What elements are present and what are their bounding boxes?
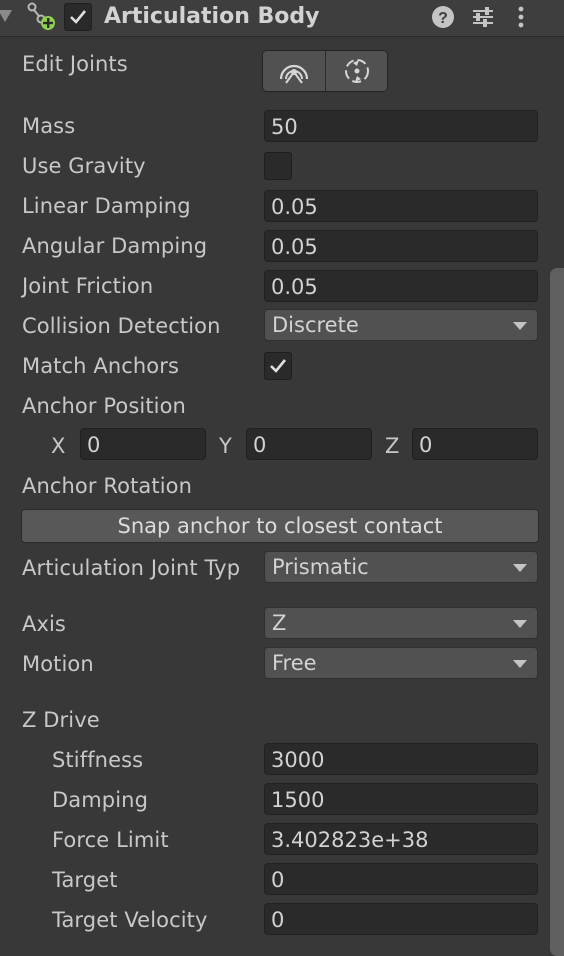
collision-detection-row: Collision Detection Discrete (0, 309, 540, 343)
anchor-x-label[interactable]: X (51, 429, 65, 463)
anchor-z-field[interactable]: 0 (412, 428, 538, 460)
joint-friction-value: 0.05 (271, 275, 318, 299)
collision-detection-dropdown[interactable]: Discrete (264, 309, 538, 341)
angular-damping-row: Angular Damping 0.05 (0, 229, 540, 263)
use-gravity-row: Use Gravity (0, 149, 540, 183)
linear-damping-field[interactable]: 0.05 (264, 190, 538, 222)
snap-anchor-button[interactable]: Snap anchor to closest contact (21, 509, 539, 543)
edit-anchor-icon (279, 64, 309, 84)
snap-anchor-button-label: Snap anchor to closest contact (117, 514, 443, 538)
dropdown-arrow-icon (513, 660, 527, 668)
edit-joints-toolbar (262, 50, 388, 92)
anchor-z-label[interactable]: Z (385, 429, 399, 463)
target-velocity-value: 0 (271, 908, 285, 932)
linear-damping-value: 0.05 (271, 195, 318, 219)
anchor-rotation-row: Anchor Rotation (0, 469, 540, 503)
angular-damping-value: 0.05 (271, 235, 318, 259)
target-field[interactable]: 0 (264, 863, 538, 895)
joint-friction-field[interactable]: 0.05 (264, 270, 538, 302)
force-limit-value: 3.402823e+38 (271, 828, 429, 852)
target-velocity-row: Target Velocity 0 (0, 903, 540, 937)
motion-row: Motion Free (0, 647, 540, 681)
component-title: Articulation Body (104, 4, 320, 29)
z-drive-label: Z Drive (22, 708, 100, 732)
edit-rotation-icon (345, 59, 369, 83)
anchor-x-value: 0 (87, 433, 101, 457)
collision-detection-value: Discrete (272, 313, 359, 337)
mass-value: 50 (271, 115, 298, 139)
damping-label: Damping (52, 788, 148, 812)
force-limit-label: Force Limit (52, 828, 169, 852)
anchor-y-field[interactable]: 0 (246, 428, 372, 460)
mass-field[interactable]: 50 (264, 110, 538, 142)
joint-type-label: Articulation Joint Typ (22, 556, 241, 580)
motion-dropdown[interactable]: Free (264, 647, 538, 679)
joint-type-value: Prismatic (272, 555, 369, 579)
z-drive-row: Z Drive (0, 703, 540, 737)
mass-label: Mass (22, 114, 76, 138)
edit-joints-label: Edit Joints (22, 52, 128, 76)
motion-label: Motion (22, 652, 94, 676)
scrollbar-thumb[interactable] (550, 268, 564, 956)
anchor-z-value: 0 (419, 433, 433, 457)
force-limit-field[interactable]: 3.402823e+38 (264, 823, 538, 855)
stiffness-value: 3000 (271, 748, 325, 772)
anchor-position-row: Anchor Position (0, 389, 540, 423)
dropdown-arrow-icon (513, 620, 527, 628)
axis-value: Z (272, 611, 287, 635)
foldout-arrow-icon[interactable] (0, 10, 12, 22)
joint-type-dropdown[interactable]: Prismatic (264, 551, 538, 583)
linear-damping-label: Linear Damping (22, 194, 191, 218)
use-gravity-label: Use Gravity (22, 154, 146, 178)
target-velocity-field[interactable]: 0 (264, 903, 538, 935)
axis-dropdown[interactable]: Z (264, 607, 538, 639)
match-anchors-row: Match Anchors (0, 349, 540, 383)
axis-row: Axis Z (0, 607, 540, 641)
match-anchors-label: Match Anchors (22, 354, 180, 378)
match-anchors-checkbox[interactable] (264, 352, 292, 380)
anchor-rotation-label: Anchor Rotation (22, 474, 193, 498)
linear-damping-row: Linear Damping 0.05 (0, 189, 540, 223)
mass-row: Mass 50 (0, 109, 540, 143)
stiffness-label: Stiffness (52, 748, 144, 772)
edit-rotation-button[interactable] (325, 51, 387, 91)
stiffness-row: Stiffness 3000 (0, 743, 540, 777)
joint-friction-row: Joint Friction 0.05 (0, 269, 540, 303)
anchor-position-label: Anchor Position (22, 394, 186, 418)
articulation-body-icon (27, 2, 55, 30)
target-row: Target 0 (0, 863, 540, 897)
joint-type-row: Articulation Joint Typ Prismatic (0, 551, 540, 585)
damping-field[interactable]: 1500 (264, 783, 538, 815)
dropdown-arrow-icon (513, 564, 527, 572)
use-gravity-checkbox[interactable] (264, 152, 292, 180)
axis-label: Axis (22, 612, 66, 636)
component-header[interactable]: Articulation Body ? (0, 0, 564, 37)
force-limit-row: Force Limit 3.402823e+38 (0, 823, 540, 857)
anchor-position-vector: X 0 Y 0 Z 0 (0, 428, 540, 463)
dropdown-arrow-icon (513, 322, 527, 330)
checkmark-icon (70, 10, 87, 24)
damping-value: 1500 (271, 788, 325, 812)
help-icon[interactable]: ? (430, 4, 456, 30)
collision-detection-label: Collision Detection (22, 314, 221, 338)
joint-friction-label: Joint Friction (22, 274, 154, 298)
motion-value: Free (272, 651, 317, 675)
damping-row: Damping 1500 (0, 783, 540, 817)
anchor-y-label[interactable]: Y (219, 429, 232, 463)
target-velocity-label: Target Velocity (52, 908, 208, 932)
svg-text:?: ? (438, 10, 448, 27)
angular-damping-field[interactable]: 0.05 (264, 230, 538, 262)
target-value: 0 (271, 868, 285, 892)
component-enabled-checkbox[interactable] (64, 3, 92, 31)
target-label: Target (52, 868, 118, 892)
presets-icon[interactable] (470, 4, 496, 30)
stiffness-field[interactable]: 3000 (264, 743, 538, 775)
angular-damping-label: Angular Damping (22, 234, 208, 258)
edit-anchor-button[interactable] (263, 51, 325, 91)
checkmark-icon (270, 359, 287, 373)
anchor-y-value: 0 (253, 433, 267, 457)
kebab-menu-icon[interactable] (508, 4, 534, 30)
anchor-x-field[interactable]: 0 (80, 428, 206, 460)
